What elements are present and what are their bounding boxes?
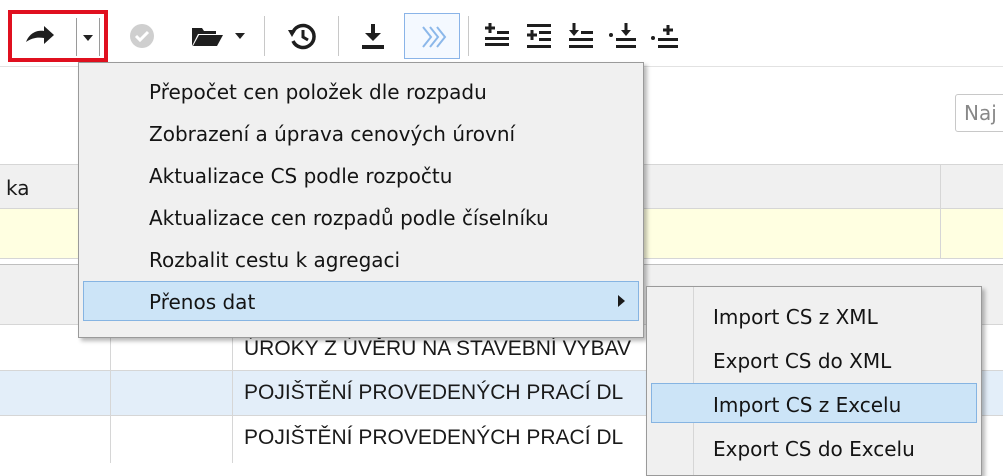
- submenu-arrow-icon: [618, 295, 625, 307]
- add-rows-5-icon[interactable]: [648, 18, 682, 54]
- column-divider: [232, 324, 233, 463]
- submenu-item-export-xml[interactable]: Export CS do XML: [651, 339, 977, 379]
- dropdown-toggle-button[interactable]: [76, 18, 100, 56]
- dropdown-menu: Přepočet cen položek dle rozpadu Zobraze…: [78, 62, 644, 338]
- menu-item-label: Aktualizace CS podle rozpočtu: [149, 164, 453, 188]
- download-icon[interactable]: [354, 18, 392, 54]
- table-row[interactable]: POJIŠTĚNÍ PROVEDENÝCH PRACÍ DL: [244, 381, 623, 405]
- menu-item-zobrazeni-urovni[interactable]: Zobrazení a úprava cenových úrovní: [83, 113, 639, 153]
- menu-item-label: Export CS do Excelu: [713, 437, 915, 461]
- submenu: Import CS z XML Export CS do XML Import …: [646, 286, 982, 476]
- chevron-down-icon: [83, 35, 93, 41]
- share-arrow-icon[interactable]: [14, 18, 66, 54]
- menu-item-aktualizace-rozpadu[interactable]: Aktualizace cen rozpadů podle číselníku: [83, 197, 639, 237]
- add-rows-3-icon[interactable]: [564, 18, 598, 54]
- separator: [264, 16, 265, 56]
- toolbar: [0, 0, 1003, 67]
- add-rows-4-icon[interactable]: [606, 18, 640, 54]
- menu-item-label: Import CS z Excelu: [713, 393, 902, 417]
- menu-item-label: Import CS z XML: [713, 305, 878, 329]
- separator: [468, 16, 469, 56]
- submenu-item-export-excel[interactable]: Export CS do Excelu: [651, 427, 977, 467]
- menu-item-label: Zobrazení a úprava cenových úrovní: [149, 122, 516, 146]
- submenu-item-import-excel[interactable]: Import CS z Excelu: [651, 383, 977, 423]
- history-icon[interactable]: [282, 18, 322, 54]
- menu-item-aktualizace-cs[interactable]: Aktualizace CS podle rozpočtu: [83, 155, 639, 195]
- column-header-label: ka: [6, 176, 30, 200]
- menu-item-rozbalit-cestu[interactable]: Rozbalit cestu k agregaci: [83, 239, 639, 279]
- menu-item-prepocet-cen[interactable]: Přepočet cen položek dle rozpadu: [83, 71, 639, 111]
- menu-item-label: Přepočet cen položek dle rozpadu: [149, 80, 487, 104]
- menu-item-label: Přenos dat: [149, 290, 256, 314]
- double-chevron-right-button[interactable]: [404, 13, 460, 59]
- add-rows-icon[interactable]: [480, 18, 514, 54]
- separator: [338, 16, 339, 56]
- search-input[interactable]: Naj: [955, 94, 1003, 132]
- menu-item-label: Rozbalit cestu k agregaci: [149, 248, 401, 272]
- menu-item-prenos-dat[interactable]: Přenos dat: [83, 281, 639, 321]
- submenu-item-import-xml[interactable]: Import CS z XML: [651, 295, 977, 335]
- menu-item-label: Export CS do XML: [713, 349, 892, 373]
- folder-open-icon[interactable]: [186, 18, 228, 54]
- column-divider: [110, 324, 111, 463]
- check-circle-icon[interactable]: [124, 18, 160, 54]
- add-rows-2-icon[interactable]: [522, 18, 556, 54]
- chevron-down-icon[interactable]: [232, 18, 248, 54]
- table-row[interactable]: POJIŠTĚNÍ PROVEDENÝCH PRACÍ DL: [244, 426, 623, 450]
- table-row[interactable]: ÚROKY Z ÚVĚRU NA STAVEBNÍ VYBAV: [244, 337, 631, 361]
- menu-item-label: Aktualizace cen rozpadů podle číselníku: [149, 206, 549, 230]
- column-divider: [940, 164, 941, 258]
